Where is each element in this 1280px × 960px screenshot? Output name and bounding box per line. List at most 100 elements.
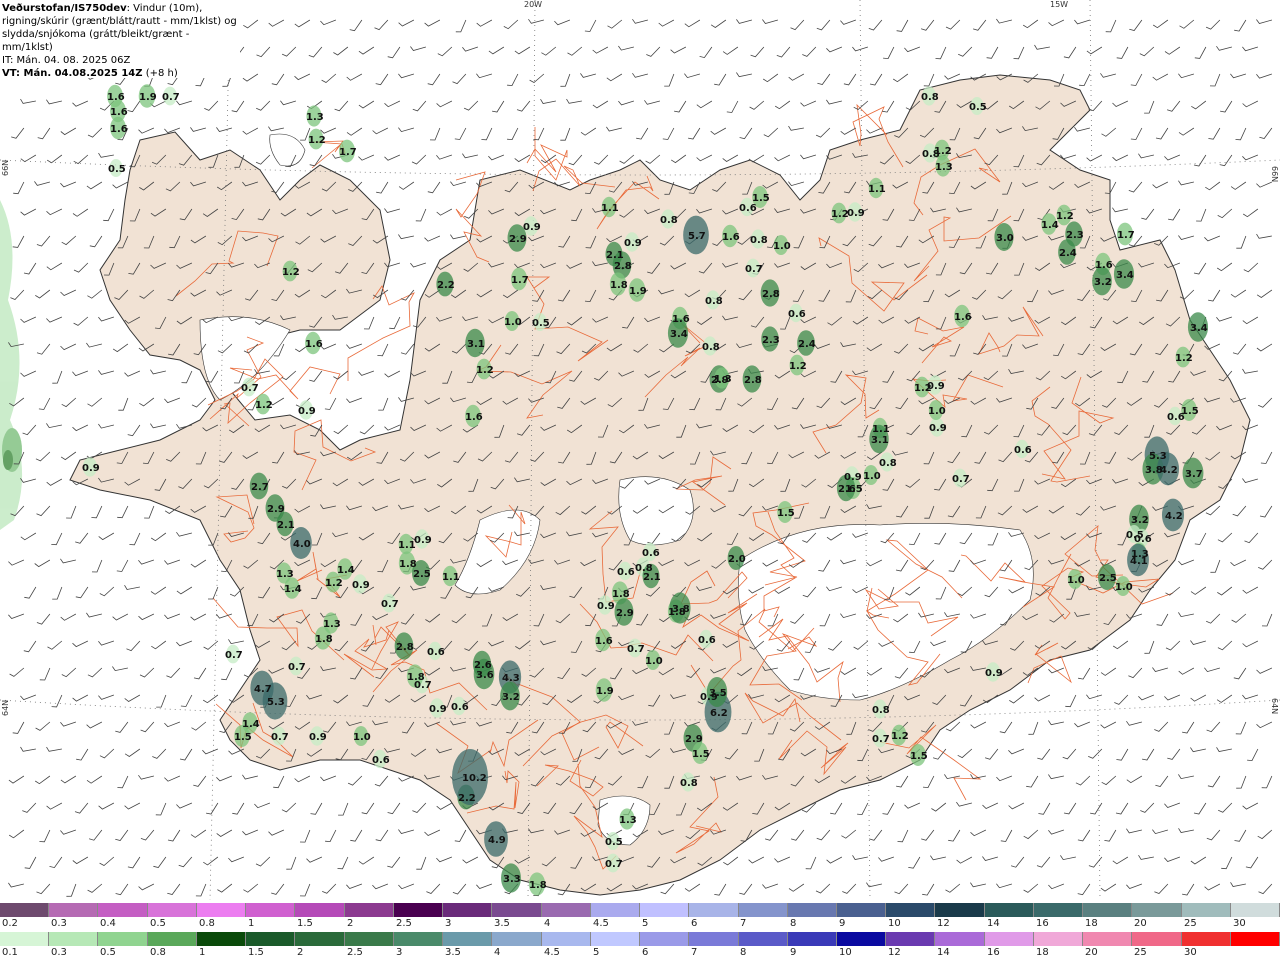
colorbar-tick-label: 0.3 (51, 918, 67, 929)
precip-value-label: 3.1 (467, 339, 485, 350)
colorbar-swatch (689, 932, 739, 946)
precip-value-label: 1.8 (610, 280, 628, 291)
colorbar-tick-label: 0.8 (150, 947, 166, 958)
precip-value-label: 0.9 (298, 406, 316, 417)
precip-value-label: 1.6 (110, 124, 128, 135)
precip-value-label: 0.6 (1014, 445, 1032, 456)
colorbar-tick-label: 18 (1036, 947, 1049, 958)
colorbar-swatch (0, 903, 50, 917)
colorbar-tick-label: 18 (1085, 918, 1098, 929)
precip-value-label: 2.7 (251, 482, 269, 493)
colorbar-tick-label: 25 (1134, 947, 1147, 958)
precip-value-label: 1.2 (891, 731, 909, 742)
colorbar-tick-label: 0.8 (199, 918, 215, 929)
colorbar-swatch (49, 903, 99, 917)
colorbar-tick-label: 3.5 (445, 947, 461, 958)
colorbar-swatch (640, 903, 690, 917)
precip-value-label: 0.9 (624, 238, 642, 249)
precip-value-label: 2.9 (267, 504, 285, 515)
colorbar-tick-label: 0.5 (150, 918, 166, 929)
precip-value-label: 0.7 (162, 92, 180, 103)
colorbar-swatch (541, 932, 591, 946)
title-init-time: IT: Mán. 04. 08. 2025 06Z (2, 55, 131, 66)
precip-value-label: 0.7 (225, 650, 243, 661)
colorbar-tick-label: 4 (544, 918, 551, 929)
precip-value-label: 4.7 (254, 684, 272, 695)
precip-value-label: 1.1 (872, 424, 890, 435)
precip-value-label: 1.3 (619, 815, 637, 826)
colorbar-swatch (1033, 903, 1084, 917)
precip-value-label: 2.8 (762, 289, 780, 300)
colorbar-swatch (393, 903, 444, 917)
precip-value-label: 1.0 (928, 406, 946, 417)
precip-value-label: 1.6 (305, 339, 323, 350)
precip-value-label: 3.7 (1185, 469, 1203, 480)
precip-value-label: 1.0 (353, 732, 371, 743)
colorbar-swatch (147, 932, 197, 946)
precip-value-label: 0.5 (532, 318, 550, 329)
precip-value-label: 0.7 (872, 734, 890, 745)
precip-value-label: 3.4 (1190, 323, 1208, 334)
colorbar-swatch (492, 903, 542, 917)
precip-value-label: 2.1 (643, 572, 661, 583)
precip-value-label: 1.2 (476, 365, 494, 376)
precip-value-label: 1.8 (612, 589, 630, 600)
grid-label-64n-left: 64N (1, 700, 10, 716)
colorbar-tick-label: 16 (987, 947, 1000, 958)
precip-value-label: 1.5 (234, 732, 252, 743)
rain-colorbar-labels: 0.1 0.3 0.5 0.8 1 1.5 2 2.5 3 3.5 4 4.5 5 6 7 8 9 10 12 14 1… (0, 947, 1280, 959)
colorbar-tick-label: 12 (888, 947, 901, 958)
precip-value-label: 4.9 (488, 835, 506, 846)
colorbar-tick-label: 4 (494, 947, 501, 958)
colorbar-tick-label: 0.2 (2, 918, 18, 929)
precip-value-label: 0.8 (702, 342, 720, 353)
precip-value-label: 1.0 (863, 471, 881, 482)
colorbar-swatch (344, 903, 394, 917)
colorbar-tick-label: 30 (1233, 918, 1246, 929)
colorbar-swatch (196, 903, 247, 917)
precip-value-label: 1.6 (722, 232, 740, 243)
precip-value-label: 5.3 (1149, 451, 1167, 462)
precip-value-label: 2.8 (744, 375, 762, 386)
precip-value-label: 0.6 (1167, 412, 1185, 423)
colorbar-tick-label: 2 (297, 947, 304, 958)
precip-value-label: 0.7 (605, 859, 623, 870)
snow-colorbar-labels: 0.2 0.3 0.4 0.5 0.8 1 1.5 2 2.5 3 3.5 4 4.5 5 6 7 8 9 10 12… (0, 918, 1280, 930)
precip-value-label: 0.6 (642, 548, 660, 559)
precip-value-label: 1.6 (465, 412, 483, 423)
precip-value-label: 1.8 (407, 672, 425, 683)
colorbar-swatch (196, 932, 247, 946)
precip-value-label: 1.7 (511, 275, 529, 286)
color-legend: 0.2 0.3 0.4 0.5 0.8 1 1.5 2 2.5 3 3.5 4 4.5 5 6 7 8 9 10 12… (0, 900, 1280, 960)
grid-label-20w: 20W (524, 0, 542, 9)
precip-value-label: 0.6 (617, 567, 635, 578)
title-rain: rigning/skúrir (grænt/blátt/rautt - mm/1… (2, 16, 237, 27)
precip-value-label: 0.9 (352, 580, 370, 591)
colorbar-tick-label: 4.5 (593, 918, 609, 929)
colorbar-swatch (984, 903, 1034, 917)
precip-value-label: 0.8 (750, 235, 768, 246)
precip-value-label: 2.0 (728, 554, 746, 565)
colorbar-tick-label: 0.3 (51, 947, 67, 958)
precip-value-label: 0.9 (844, 472, 862, 483)
precip-value-label: 1.0 (504, 317, 522, 328)
colorbar-tick-label: 8 (740, 947, 747, 958)
colorbar-swatch (344, 932, 394, 946)
colorbar-swatch (836, 903, 887, 917)
colorbar-tick-label: 10 (839, 947, 852, 958)
colorbar-tick-label: 9 (790, 947, 797, 958)
colorbar-tick-label: 9 (839, 918, 846, 929)
precip-value-label: 1.0 (1115, 582, 1133, 593)
colorbar-tick-label: 12 (937, 918, 950, 929)
colorbar-swatch (443, 903, 493, 917)
snow-colorbar (0, 903, 1280, 917)
colorbar-swatch (886, 932, 936, 946)
precip-value-label: 6.2 (710, 708, 728, 719)
weather-map: 20W 15W 66N 66N 64N 64N 1.6 1.9 0.7 1.6 1.6 1… (0, 0, 1280, 900)
title-source: Veðurstofan/IS750dev (2, 3, 127, 14)
precip-value-label: 0.9 (597, 601, 615, 612)
colorbar-swatch (1083, 932, 1133, 946)
precip-value-label: 3.6 (476, 670, 494, 681)
precip-value-label: 0.6 (427, 647, 445, 658)
colorbar-swatch (787, 903, 837, 917)
